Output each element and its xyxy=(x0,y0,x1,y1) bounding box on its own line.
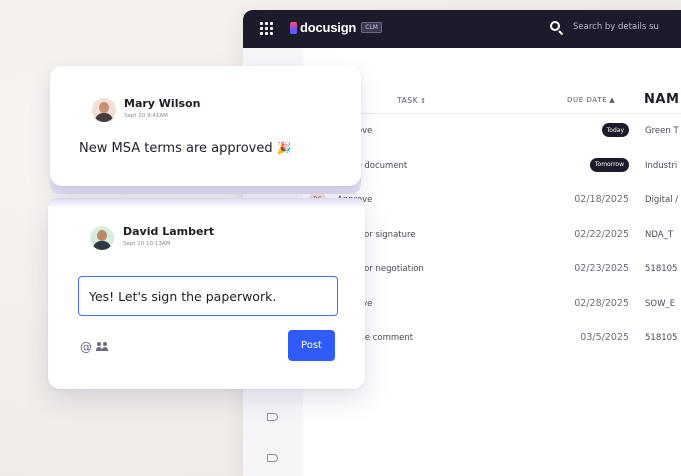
comment-card: Mary Wilson Sept 10 9:41AM New MSA terms… xyxy=(50,66,361,186)
document-name[interactable]: NDA_T xyxy=(645,230,673,240)
avatar xyxy=(92,98,116,122)
logo-mark-icon xyxy=(290,21,297,34)
logo-text: docusign xyxy=(300,20,357,35)
app-launcher-grid-icon[interactable] xyxy=(260,22,274,36)
avatar xyxy=(90,226,114,250)
docusign-logo[interactable]: docusign CLM xyxy=(290,20,382,35)
due-date: 03/5/2025 xyxy=(580,332,629,343)
comment-timestamp: Sept 10 9:41AM xyxy=(124,113,168,119)
document-name[interactable]: 518105 xyxy=(645,264,677,274)
sort-icon: ⇕ xyxy=(420,97,427,105)
tag-icon[interactable] xyxy=(267,454,278,462)
comment-thread: Mary Wilson Sept 10 9:41AM New MSA terms… xyxy=(48,66,365,389)
mention-icon[interactable]: @ xyxy=(80,340,92,354)
due-date-badge: Tomorrow xyxy=(589,157,629,172)
document-name[interactable]: SOW_E xyxy=(645,299,675,309)
due-date: 02/23/2025 xyxy=(574,263,629,274)
product-badge: CLM xyxy=(361,22,382,33)
tag-icon[interactable] xyxy=(267,413,278,421)
reply-author: David Lambert xyxy=(123,225,215,238)
document-name[interactable]: 518105 xyxy=(645,333,677,343)
due-date: 02/28/2025 xyxy=(574,297,629,309)
document-name[interactable]: Digital / xyxy=(645,195,678,205)
comment-author: Mary Wilson xyxy=(124,97,201,110)
post-button[interactable]: Post xyxy=(288,330,335,361)
comment-message-text: New MSA terms are approved xyxy=(79,141,273,156)
column-header-name[interactable]: NAM xyxy=(644,92,679,107)
document-name[interactable]: Industri xyxy=(645,161,677,171)
column-header-task[interactable]: TASK ⇕ xyxy=(397,96,427,105)
document-name[interactable]: Green T xyxy=(645,126,679,136)
comment-message: New MSA terms are approved 🎉 xyxy=(79,141,292,156)
due-date: 02/18/2025 xyxy=(574,194,629,205)
reply-input[interactable]: Yes! Let's sign the paperwork. xyxy=(78,276,338,316)
column-header-task-label: TASK xyxy=(397,96,419,105)
top-bar: docusign CLM Search by details su xyxy=(243,10,681,48)
column-header-due-date[interactable]: DUE DATE ▲ xyxy=(567,96,615,104)
reply-timestamp: Sept 10 10:13AM xyxy=(123,241,171,247)
search-input[interactable]: Search by details su xyxy=(573,22,659,32)
search-icon[interactable] xyxy=(550,21,564,36)
due-date-badge: Today xyxy=(601,123,629,137)
reply-card: David Lambert Sept 10 10:13AM Yes! Let's… xyxy=(48,198,365,389)
people-icon[interactable] xyxy=(96,342,110,352)
column-header-due-date-label: DUE DATE xyxy=(567,96,608,104)
sort-ascending-icon: ▲ xyxy=(609,96,616,104)
card-top-gradient xyxy=(48,198,365,208)
due-date: 02/22/2025 xyxy=(574,228,629,240)
party-popper-icon: 🎉 xyxy=(276,141,292,155)
